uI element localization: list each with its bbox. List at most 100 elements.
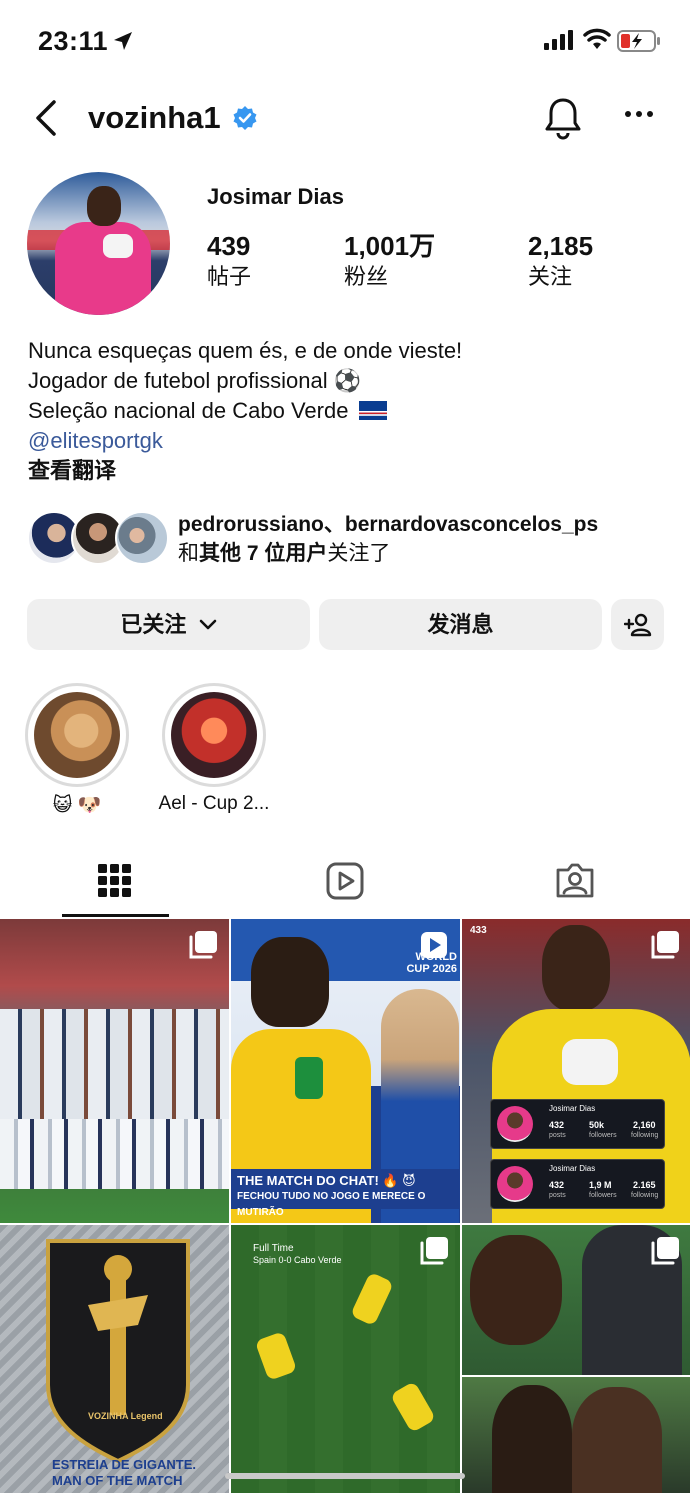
mutual-suffix: 关注了	[327, 542, 391, 565]
post-caption-line: FECHOU TUDO NO JOGO E MERECE O MUTIRÃO	[237, 1191, 426, 1218]
battery-charging-icon	[617, 30, 660, 52]
bio-line: Jogador de futebol profissional ⚽	[28, 368, 362, 393]
chevron-down-icon	[199, 619, 216, 630]
mutual-avatar	[115, 511, 169, 565]
message-button-label: 发消息	[427, 612, 494, 637]
stats-card-label: posts	[549, 1192, 566, 1199]
cape-verde-flag-icon	[358, 401, 387, 420]
story-highlight[interactable]	[25, 683, 129, 787]
post-image-person-head	[492, 1385, 572, 1493]
stats-card-label: followers	[589, 1132, 617, 1139]
mutual-followers-avatars[interactable]	[27, 511, 169, 567]
tagged-person-icon	[556, 863, 594, 898]
suggest-users-button[interactable]	[611, 599, 664, 650]
carousel-icon	[651, 931, 679, 959]
post-thumbnail[interactable]: VOZINHA Legend ESTREIA DE GIGANTE. MAN O…	[0, 1225, 229, 1493]
location-arrow-icon	[114, 32, 132, 50]
post-overlay-tag: 433	[470, 925, 487, 936]
stat-following[interactable]: 2,185 关注	[528, 230, 593, 292]
stats-card-name: Josimar Dias	[549, 1104, 596, 1113]
post-image-players	[0, 1119, 229, 1189]
post-thumbnail[interactable]	[0, 919, 229, 1223]
message-button[interactable]: 发消息	[319, 599, 602, 650]
wifi-icon	[583, 28, 611, 49]
bio-line: Nunca esqueças quem és, e de onde vieste…	[28, 338, 463, 363]
home-indicator	[225, 1473, 465, 1479]
carousel-icon	[420, 1237, 448, 1265]
stats-card-value: 2,160	[633, 1120, 656, 1130]
see-translation-link[interactable]: 查看翻译	[28, 456, 462, 486]
stat-following-value: 2,185	[528, 231, 594, 261]
tab-tagged[interactable]	[460, 848, 690, 918]
stats-card-label: posts	[549, 1132, 566, 1139]
stats-card-avatar	[497, 1106, 533, 1142]
following-button[interactable]: 已关注	[27, 599, 310, 650]
post-overlay-title: MAN OF THE MATCH	[52, 1473, 183, 1488]
highlight-label: 😺 🐶	[52, 795, 102, 816]
stats-card: Josimar Dias 432 50k 2,160 posts followe…	[490, 1099, 665, 1149]
stats-card-value: 432	[549, 1180, 565, 1190]
active-tab-indicator	[62, 914, 169, 917]
post-thumbnail[interactable]: Full Time Spain 0-0 Cabo Verde	[231, 1225, 460, 1493]
posts-grid: WORLD CUP 2026 THE MATCH DO CHAT! 🔥 😈 FE…	[0, 919, 690, 1493]
back-icon[interactable]	[30, 98, 64, 138]
add-person-icon	[623, 613, 651, 637]
post-overlay-title: Full Time	[253, 1243, 294, 1254]
stats-card-value: 50k	[589, 1120, 605, 1130]
profile-header: vozinha1	[0, 90, 690, 150]
stat-posts-label: 帖子	[207, 264, 252, 289]
cellular-signal-icon	[544, 30, 573, 50]
status-time: 23:11	[38, 26, 109, 56]
more-options-icon[interactable]	[624, 110, 654, 118]
mutual-follower-names: pedrorussiano、bernardovasconcelos_ps	[178, 513, 599, 536]
post-image-microphone	[295, 1057, 323, 1099]
post-image-glove	[562, 1039, 618, 1085]
stats-card-value: 1,9 M	[589, 1180, 612, 1190]
post-caption-line: THE MATCH DO CHAT! 🔥 😈	[237, 1173, 416, 1188]
reels-icon	[326, 862, 364, 900]
bio-link[interactable]: @elitesportgk	[28, 426, 462, 456]
highlight-cover	[171, 692, 257, 778]
post-thumbnail[interactable]: WORLD CUP 2026 THE MATCH DO CHAT! 🔥 😈 FE…	[231, 919, 460, 1223]
post-thumbnail[interactable]	[462, 1225, 690, 1493]
legend-shield-icon	[46, 1239, 190, 1464]
mutual-prefix: 和	[178, 542, 199, 565]
profile-avatar[interactable]	[27, 172, 170, 315]
carousel-icon	[189, 931, 217, 959]
story-highlight[interactable]	[162, 683, 266, 787]
mutual-followers-text[interactable]: pedrorussiano、bernardovasconcelos_ps 和其他…	[178, 510, 598, 568]
stat-posts[interactable]: 439 帖子	[207, 230, 251, 292]
post-overlay-score: Spain 0-0 Cabo Verde	[253, 1255, 342, 1265]
verified-badge-icon	[233, 106, 257, 130]
tab-reels[interactable]	[230, 848, 460, 918]
stats-card-label: following	[631, 1132, 659, 1139]
post-thumbnail[interactable]: 433 Josimar Dias 432 50k 2,160 posts fol…	[462, 919, 690, 1223]
stat-followers[interactable]: 1,001万 粉丝	[344, 230, 435, 292]
stat-following-label: 关注	[528, 264, 573, 289]
post-overlay-logo: VOZINHA Legend	[88, 1411, 163, 1421]
status-bar: 23:11	[0, 0, 690, 80]
post-caption-banner: THE MATCH DO CHAT! 🔥 😈 FECHOU TUDO NO JO…	[231, 1169, 460, 1218]
profile-username: vozinha1	[88, 100, 221, 135]
tab-posts-grid[interactable]	[0, 848, 230, 918]
highlight-label: Ael - Cup 2...	[158, 793, 270, 814]
post-image-person-head	[542, 925, 610, 1011]
post-image-person-head	[251, 937, 329, 1027]
stat-posts-value: 439	[207, 231, 251, 261]
stats-card-label: following	[631, 1192, 659, 1199]
post-image-players	[0, 1009, 229, 1119]
post-image-person-head	[572, 1387, 662, 1493]
notification-bell-icon[interactable]	[544, 96, 582, 140]
bio-line-with-flag: Seleção nacional de Cabo Verde	[28, 396, 462, 426]
reel-icon	[421, 932, 447, 958]
profile-tabs	[0, 848, 690, 918]
stats-card-value: 432	[549, 1120, 565, 1130]
avatar-glove	[103, 234, 133, 258]
post-image-person-head	[470, 1235, 562, 1345]
bio-line: Seleção nacional de Cabo Verde	[28, 398, 349, 423]
post-overlay-title: ESTREIA DE GIGANTE.	[52, 1457, 196, 1472]
stats-card-name: Josimar Dias	[549, 1164, 596, 1173]
stats-card: Josimar Dias 432 1,9 M 2.165 posts follo…	[490, 1159, 665, 1209]
stats-card-avatar	[497, 1166, 533, 1202]
stat-followers-value: 1,001万	[344, 231, 436, 261]
